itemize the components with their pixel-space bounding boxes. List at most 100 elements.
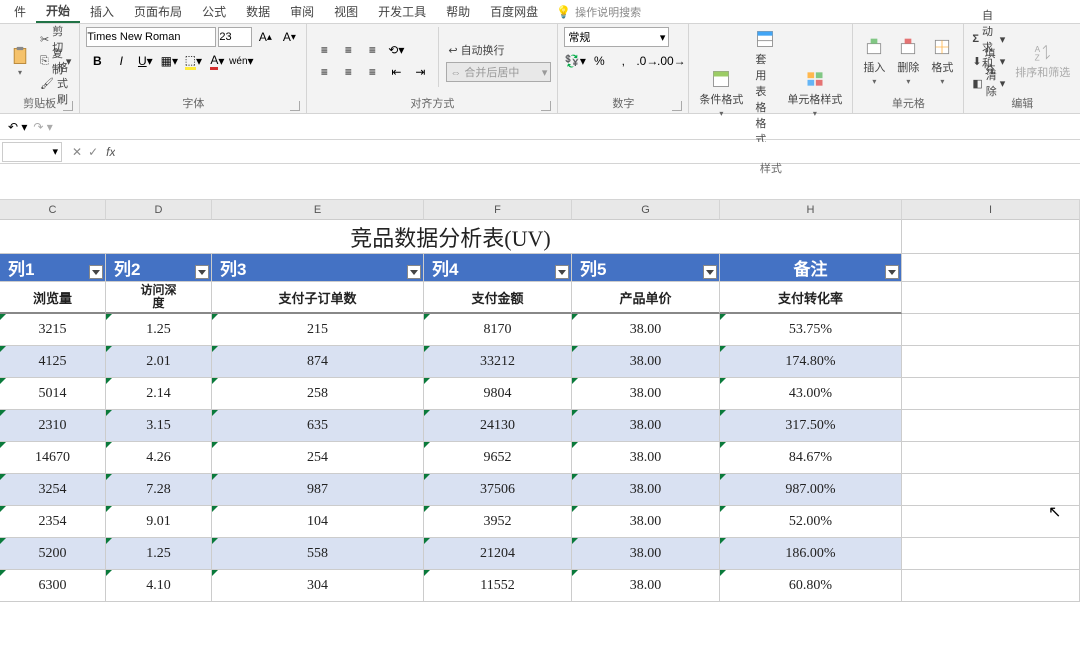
filter-dropdown-button[interactable] [703,265,717,279]
number-format-combo[interactable]: 常规▾ [564,27,669,47]
table-header-cell[interactable]: 列2 [106,254,212,282]
data-cell[interactable]: 4.26 [106,442,212,474]
data-cell[interactable]: 4125 [0,346,106,378]
data-cell[interactable]: 38.00 [572,570,720,602]
data-cell[interactable]: 2.01 [106,346,212,378]
data-cell[interactable]: 37506 [424,474,572,506]
cell-styles-button[interactable]: 单元格样式▾ [783,27,846,160]
col-header-f[interactable]: F [424,200,572,220]
font-launcher[interactable] [290,101,300,111]
cell[interactable] [902,442,1080,474]
indent-decrease-button[interactable]: ⇤ [385,62,407,82]
data-cell[interactable]: 987.00% [720,474,902,506]
table-subheader-cell[interactable]: 支付转化率 [720,282,902,314]
clipboard-launcher[interactable] [63,101,73,111]
cell[interactable] [902,410,1080,442]
insert-cells-button[interactable]: 插入▾ [859,27,889,95]
font-name-combo[interactable] [86,27,216,47]
tab-data[interactable]: 数据 [236,0,280,23]
data-cell[interactable]: 7.28 [106,474,212,506]
font-size-combo[interactable] [218,27,252,47]
cell[interactable] [902,346,1080,378]
data-cell[interactable]: 987 [212,474,424,506]
col-header-e[interactable]: E [212,200,424,220]
alignment-launcher[interactable] [541,101,551,111]
number-launcher[interactable] [672,101,682,111]
data-cell[interactable]: 9652 [424,442,572,474]
clear-button[interactable]: ◧清除▾ [970,73,1007,93]
phonetic-button[interactable]: wén▾ [230,51,252,71]
format-cells-button[interactable]: 格式▾ [927,27,957,95]
cell[interactable] [902,570,1080,602]
filter-dropdown-button[interactable] [885,265,899,279]
table-subheader-cell[interactable]: 产品单价 [572,282,720,314]
data-cell[interactable]: 2.14 [106,378,212,410]
data-cell[interactable]: 53.75% [720,314,902,346]
name-box[interactable]: ▾ [2,142,62,162]
col-header-d[interactable]: D [106,200,212,220]
fill-color-button[interactable]: ⬚▾ [182,51,204,71]
format-painter-button[interactable]: 🖌格式刷 [38,73,73,93]
table-header-cell[interactable]: 列1 [0,254,106,282]
conditional-formatting-button[interactable]: 条件格式▾ [695,27,747,160]
paste-button[interactable]: ▾ [6,27,34,95]
data-cell[interactable]: 38.00 [572,378,720,410]
decrease-font-button[interactable]: A▾ [278,27,300,47]
align-right-button[interactable]: ≡ [361,62,383,82]
orientation-button[interactable]: ⟲▾ [385,40,407,60]
table-header-cell[interactable]: 列5 [572,254,720,282]
col-header-i[interactable]: I [902,200,1080,220]
data-cell[interactable]: 84.67% [720,442,902,474]
percent-format-button[interactable]: % [588,51,610,71]
data-cell[interactable]: 5200 [0,538,106,570]
border-button[interactable]: ▦▾ [158,51,180,71]
tab-developer[interactable]: 开发工具 [368,0,436,23]
cell[interactable] [902,220,1080,254]
tab-review[interactable]: 审阅 [280,0,324,23]
font-color-button[interactable]: A▾ [206,51,228,71]
data-cell[interactable]: 254 [212,442,424,474]
decrease-decimal-button[interactable]: .00→ [660,51,682,71]
col-header-c[interactable]: C [0,200,106,220]
data-cell[interactable]: 5014 [0,378,106,410]
tab-baidu[interactable]: 百度网盘 [480,0,548,23]
increase-font-button[interactable]: A▴ [254,27,276,47]
cell[interactable] [902,474,1080,506]
data-cell[interactable]: 1.25 [106,314,212,346]
comma-format-button[interactable]: , [612,51,634,71]
filter-dropdown-button[interactable] [89,265,103,279]
filter-dropdown-button[interactable] [195,265,209,279]
data-cell[interactable]: 38.00 [572,410,720,442]
table-subheader-cell[interactable]: 浏览量 [0,282,106,314]
tab-home[interactable]: 开始 [36,0,80,23]
data-cell[interactable]: 14670 [0,442,106,474]
table-subheader-cell[interactable]: 支付子订单数 [212,282,424,314]
col-header-h[interactable]: H [720,200,902,220]
spreadsheet-grid[interactable]: C D E F G H I 竞品数据分析表(UV) 列1列2列3列4列5备注 浏… [0,200,1080,602]
data-cell[interactable]: 33212 [424,346,572,378]
data-cell[interactable]: 38.00 [572,538,720,570]
align-center-button[interactable]: ≡ [337,62,359,82]
data-cell[interactable]: 11552 [424,570,572,602]
col-header-g[interactable]: G [572,200,720,220]
filter-dropdown-button[interactable] [407,265,421,279]
tab-file[interactable]: 件 [4,0,36,23]
indent-increase-button[interactable]: ⇥ [409,62,431,82]
cell[interactable] [902,506,1080,538]
formula-input[interactable] [115,142,1080,162]
cell[interactable] [902,314,1080,346]
align-top-button[interactable]: ≡ [313,40,335,60]
cell[interactable] [902,378,1080,410]
tab-insert[interactable]: 插入 [80,0,124,23]
italic-button[interactable]: I [110,51,132,71]
align-left-button[interactable]: ≡ [313,62,335,82]
redo-button[interactable]: ↷ ▾ [33,120,52,134]
merge-center-button[interactable]: ⇔ 合并后居中▾ [446,62,551,82]
data-cell[interactable]: 104 [212,506,424,538]
data-cell[interactable]: 174.80% [720,346,902,378]
data-cell[interactable]: 21204 [424,538,572,570]
data-cell[interactable]: 2310 [0,410,106,442]
data-cell[interactable]: 43.00% [720,378,902,410]
data-cell[interactable]: 38.00 [572,474,720,506]
data-cell[interactable]: 52.00% [720,506,902,538]
